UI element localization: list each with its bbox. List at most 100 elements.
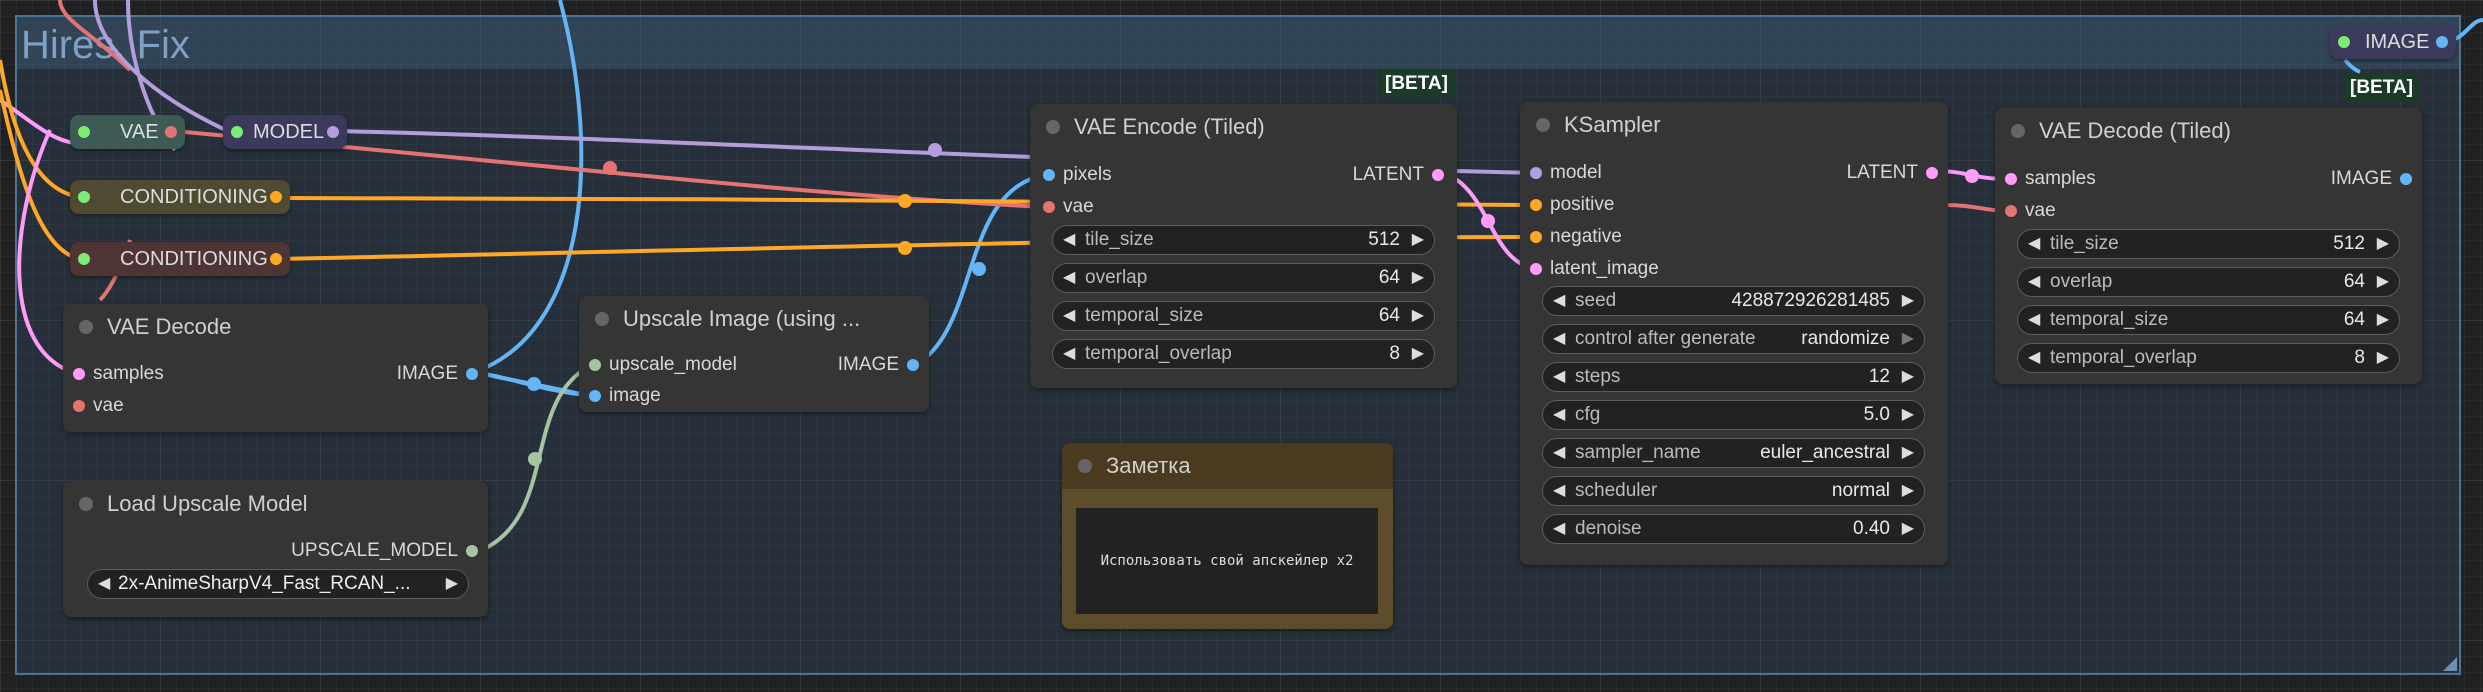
arrow-right-icon[interactable]: ▶ xyxy=(1412,264,1424,291)
input-dot[interactable] xyxy=(1530,167,1542,179)
output-latent[interactable]: LATENT xyxy=(1353,164,1444,186)
input-model[interactable]: model xyxy=(1530,162,1602,184)
collapse-dot[interactable] xyxy=(595,312,609,326)
widget-tile-size[interactable]: ◀ tile_size 512 ▶ xyxy=(1052,225,1435,255)
node-load-upscale-model[interactable]: Load Upscale Model UPSCALE_MODEL ◀ 2x-An… xyxy=(63,481,488,617)
input-dot[interactable] xyxy=(589,359,601,371)
arrow-right-icon[interactable]: ▶ xyxy=(1412,302,1424,329)
widget-scheduler[interactable]: ◀ scheduler normal ▶ xyxy=(1542,476,1925,506)
output-dot[interactable] xyxy=(1926,167,1938,179)
combo-model-name[interactable]: ◀ 2x-AnimeSharpV4_Fast_RCAN_... ▶ xyxy=(87,569,469,599)
link-midpoint-model[interactable] xyxy=(928,143,942,157)
input-dot[interactable] xyxy=(73,400,85,412)
output-image[interactable]: IMAGE xyxy=(2331,168,2412,190)
link-midpoint-vae[interactable] xyxy=(603,161,617,175)
collapse-dot[interactable] xyxy=(1046,120,1060,134)
arrow-left-icon[interactable]: ◀ xyxy=(2028,268,2040,295)
arrow-left-icon[interactable]: ◀ xyxy=(1063,302,1075,329)
widget-temporal-overlap[interactable]: ◀ temporal_overlap 8 ▶ xyxy=(1052,339,1435,369)
arrow-left-icon[interactable]: ◀ xyxy=(1063,264,1075,291)
arrow-right-icon[interactable]: ▶ xyxy=(1902,477,1914,504)
arrow-right-icon[interactable]: ▶ xyxy=(1902,515,1914,542)
arrow-left-icon[interactable]: ◀ xyxy=(2028,344,2040,371)
output-latent[interactable]: LATENT xyxy=(1847,162,1938,184)
reroute-conditioning-2[interactable]: CONDITIONING xyxy=(70,242,290,276)
arrow-left-icon[interactable]: ◀ xyxy=(2028,306,2040,333)
input-samples[interactable]: samples xyxy=(2005,168,2096,190)
link-midpoint-pixels[interactable] xyxy=(972,262,986,276)
pill-output-dot[interactable] xyxy=(165,126,177,138)
arrow-left-icon[interactable]: ◀ xyxy=(1553,477,1565,504)
node-note[interactable]: Заметка Использовать свой апскейлер x2 xyxy=(1062,443,1393,629)
arrow-left-icon[interactable]: ◀ xyxy=(98,570,110,597)
pill-output-dot[interactable] xyxy=(2436,36,2448,48)
input-pixels[interactable]: pixels xyxy=(1043,164,1112,186)
collapse-dot[interactable] xyxy=(79,497,93,511)
pill-input-dot[interactable] xyxy=(2338,36,2350,48)
pill-output-dot[interactable] xyxy=(270,253,282,265)
arrow-left-icon[interactable]: ◀ xyxy=(1553,363,1565,390)
collapse-dot[interactable] xyxy=(79,320,93,334)
node-title-bar[interactable]: Load Upscale Model xyxy=(63,481,488,527)
node-ksampler[interactable]: KSampler model positive negative latent_… xyxy=(1520,102,1948,565)
arrow-left-icon[interactable]: ◀ xyxy=(2028,230,2040,257)
widget-sampler-name[interactable]: ◀ sampler_name euler_ancestral ▶ xyxy=(1542,438,1925,468)
output-image[interactable]: IMAGE xyxy=(838,354,919,376)
input-samples[interactable]: samples xyxy=(73,363,164,385)
widget-overlap[interactable]: ◀ overlap 64 ▶ xyxy=(1052,263,1435,293)
pill-input-dot[interactable] xyxy=(78,191,90,203)
widget-denoise[interactable]: ◀ denoise 0.40 ▶ xyxy=(1542,514,1925,544)
arrow-left-icon[interactable]: ◀ xyxy=(1553,401,1565,428)
arrow-left-icon[interactable]: ◀ xyxy=(1063,226,1075,253)
node-upscale-image[interactable]: Upscale Image (using ... upscale_model i… xyxy=(579,296,929,412)
widget-cfg[interactable]: ◀ cfg 5.0 ▶ xyxy=(1542,400,1925,430)
input-dot[interactable] xyxy=(1530,231,1542,243)
input-positive[interactable]: positive xyxy=(1530,194,1614,216)
arrow-right-icon[interactable]: ▶ xyxy=(2377,306,2389,333)
reroute-vae[interactable]: VAE xyxy=(70,115,185,149)
widget-control-after-generate[interactable]: ◀ control after generate randomize ▶ xyxy=(1542,324,1925,354)
node-title-bar[interactable]: KSampler xyxy=(1520,102,1948,148)
arrow-left-icon[interactable]: ◀ xyxy=(1553,325,1565,352)
input-vae[interactable]: vae xyxy=(73,395,124,417)
link-midpoint-latent[interactable] xyxy=(1481,214,1495,228)
output-image[interactable]: IMAGE xyxy=(397,363,478,385)
reroute-conditioning-1[interactable]: CONDITIONING xyxy=(70,180,290,214)
input-negative[interactable]: negative xyxy=(1530,226,1622,248)
widget-steps[interactable]: ◀ steps 12 ▶ xyxy=(1542,362,1925,392)
arrow-right-icon[interactable]: ▶ xyxy=(446,570,458,597)
input-latent-image[interactable]: latent_image xyxy=(1530,258,1659,280)
reroute-image-top-right[interactable]: IMAGE xyxy=(2330,25,2456,59)
arrow-right-icon[interactable]: ▶ xyxy=(1902,325,1914,352)
input-dot[interactable] xyxy=(2005,205,2017,217)
widget-temporal-size[interactable]: ◀ temporal_size 64 ▶ xyxy=(1052,301,1435,331)
input-upscale-model[interactable]: upscale_model xyxy=(589,354,737,376)
collapse-dot[interactable] xyxy=(1078,459,1092,473)
widget-overlap[interactable]: ◀ overlap 64 ▶ xyxy=(2017,267,2400,297)
input-dot[interactable] xyxy=(1043,201,1055,213)
output-dot[interactable] xyxy=(2400,173,2412,185)
output-dot[interactable] xyxy=(466,545,478,557)
node-title-bar[interactable]: VAE Decode xyxy=(63,304,488,350)
arrow-right-icon[interactable]: ▶ xyxy=(1412,340,1424,367)
input-dot[interactable] xyxy=(73,368,85,380)
pill-output-dot[interactable] xyxy=(327,126,339,138)
widget-temporal-size[interactable]: ◀ temporal_size 64 ▶ xyxy=(2017,305,2400,335)
arrow-right-icon[interactable]: ▶ xyxy=(1412,226,1424,253)
arrow-right-icon[interactable]: ▶ xyxy=(1902,401,1914,428)
arrow-right-icon[interactable]: ▶ xyxy=(1902,363,1914,390)
link-midpoint-negative[interactable] xyxy=(898,241,912,255)
node-title-bar[interactable]: Upscale Image (using ... xyxy=(579,296,929,342)
link-midpoint-image[interactable] xyxy=(527,377,541,391)
node-vae-decode[interactable]: VAE Decode samples vae IMAGE xyxy=(63,304,488,432)
widget-tile-size[interactable]: ◀ tile_size 512 ▶ xyxy=(2017,229,2400,259)
link-midpoint-positive[interactable] xyxy=(898,194,912,208)
arrow-left-icon[interactable]: ◀ xyxy=(1553,287,1565,314)
arrow-right-icon[interactable]: ▶ xyxy=(2377,268,2389,295)
pill-input-dot[interactable] xyxy=(78,126,90,138)
link-midpoint-latent-2[interactable] xyxy=(1965,169,1979,183)
input-image[interactable]: image xyxy=(589,385,661,407)
node-vae-encode-tiled[interactable]: VAE Encode (Tiled) pixels vae LATENT ◀ t… xyxy=(1030,104,1457,388)
input-dot[interactable] xyxy=(2005,173,2017,185)
arrow-right-icon[interactable]: ▶ xyxy=(2377,344,2389,371)
